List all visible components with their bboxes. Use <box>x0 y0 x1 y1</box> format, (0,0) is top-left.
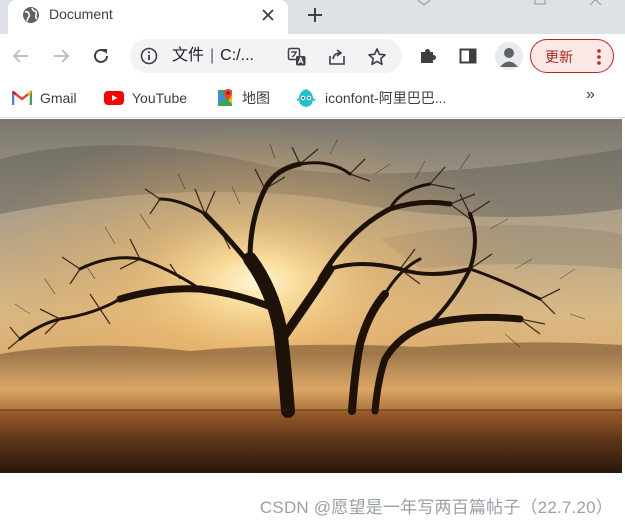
translate-icon[interactable] <box>286 46 308 68</box>
profile-avatar[interactable] <box>495 42 523 70</box>
bookmarks-more-button[interactable]: » <box>586 86 595 104</box>
csdn-watermark: CSDN @愿望是一年写两百篇帖子（22.7.20） <box>259 498 613 517</box>
more-vert-icon[interactable] <box>591 47 607 67</box>
back-arrow-icon[interactable] <box>6 41 36 71</box>
bookmark-label: YouTube <box>132 90 188 106</box>
tab-strip: Document <box>0 0 625 34</box>
bookmark-label: Gmail <box>40 90 77 106</box>
sunset-tree-image <box>0 119 622 473</box>
side-panel-icon[interactable] <box>453 41 483 71</box>
page-content: CSDN @愿望是一年写两百篇帖子（22.7.20） <box>0 119 625 525</box>
browser-toolbar: 文件 | C:/... 更新 <box>0 34 625 78</box>
close-icon[interactable] <box>258 5 278 25</box>
chevron-down-icon[interactable] <box>412 0 436 8</box>
new-tab-button[interactable] <box>302 2 328 28</box>
iconfont-icon <box>296 89 316 107</box>
gmail-icon <box>12 90 32 105</box>
address-path: C:/... <box>220 47 254 64</box>
file-label: 文件 <box>172 47 205 64</box>
tab-document[interactable]: Document <box>8 0 288 34</box>
address-separator: | <box>210 47 215 64</box>
bookmarks-bar: Gmail YouTube 地图 iconfont-阿里巴巴... » <box>0 78 625 118</box>
info-icon[interactable] <box>140 47 158 65</box>
address-text: 文件 | C:/... <box>172 47 254 65</box>
extensions-puzzle-icon[interactable] <box>413 41 443 71</box>
bookmark-gmail[interactable]: Gmail <box>12 87 77 109</box>
update-button[interactable]: 更新 <box>530 39 614 73</box>
share-icon[interactable] <box>326 46 348 68</box>
globe-icon <box>22 6 40 24</box>
window-close-icon[interactable] <box>584 0 608 8</box>
reload-icon[interactable] <box>86 41 116 71</box>
bookmark-maps[interactable]: 地图 <box>216 87 270 109</box>
forward-arrow-icon[interactable] <box>46 41 76 71</box>
tab-title: Document <box>49 6 113 22</box>
bookmark-youtube[interactable]: YouTube <box>104 87 187 109</box>
maximize-icon[interactable] <box>528 0 552 8</box>
youtube-icon <box>104 91 124 105</box>
star-icon[interactable] <box>366 46 388 68</box>
bookmark-label: 地图 <box>242 90 270 106</box>
bookmark-iconfont[interactable]: iconfont-阿里巴巴... <box>295 87 446 109</box>
update-label: 更新 <box>545 49 573 65</box>
bookmark-label: iconfont-阿里巴巴... <box>325 90 447 106</box>
maps-icon <box>218 89 232 106</box>
address-bar[interactable]: 文件 | C:/... <box>130 39 402 73</box>
